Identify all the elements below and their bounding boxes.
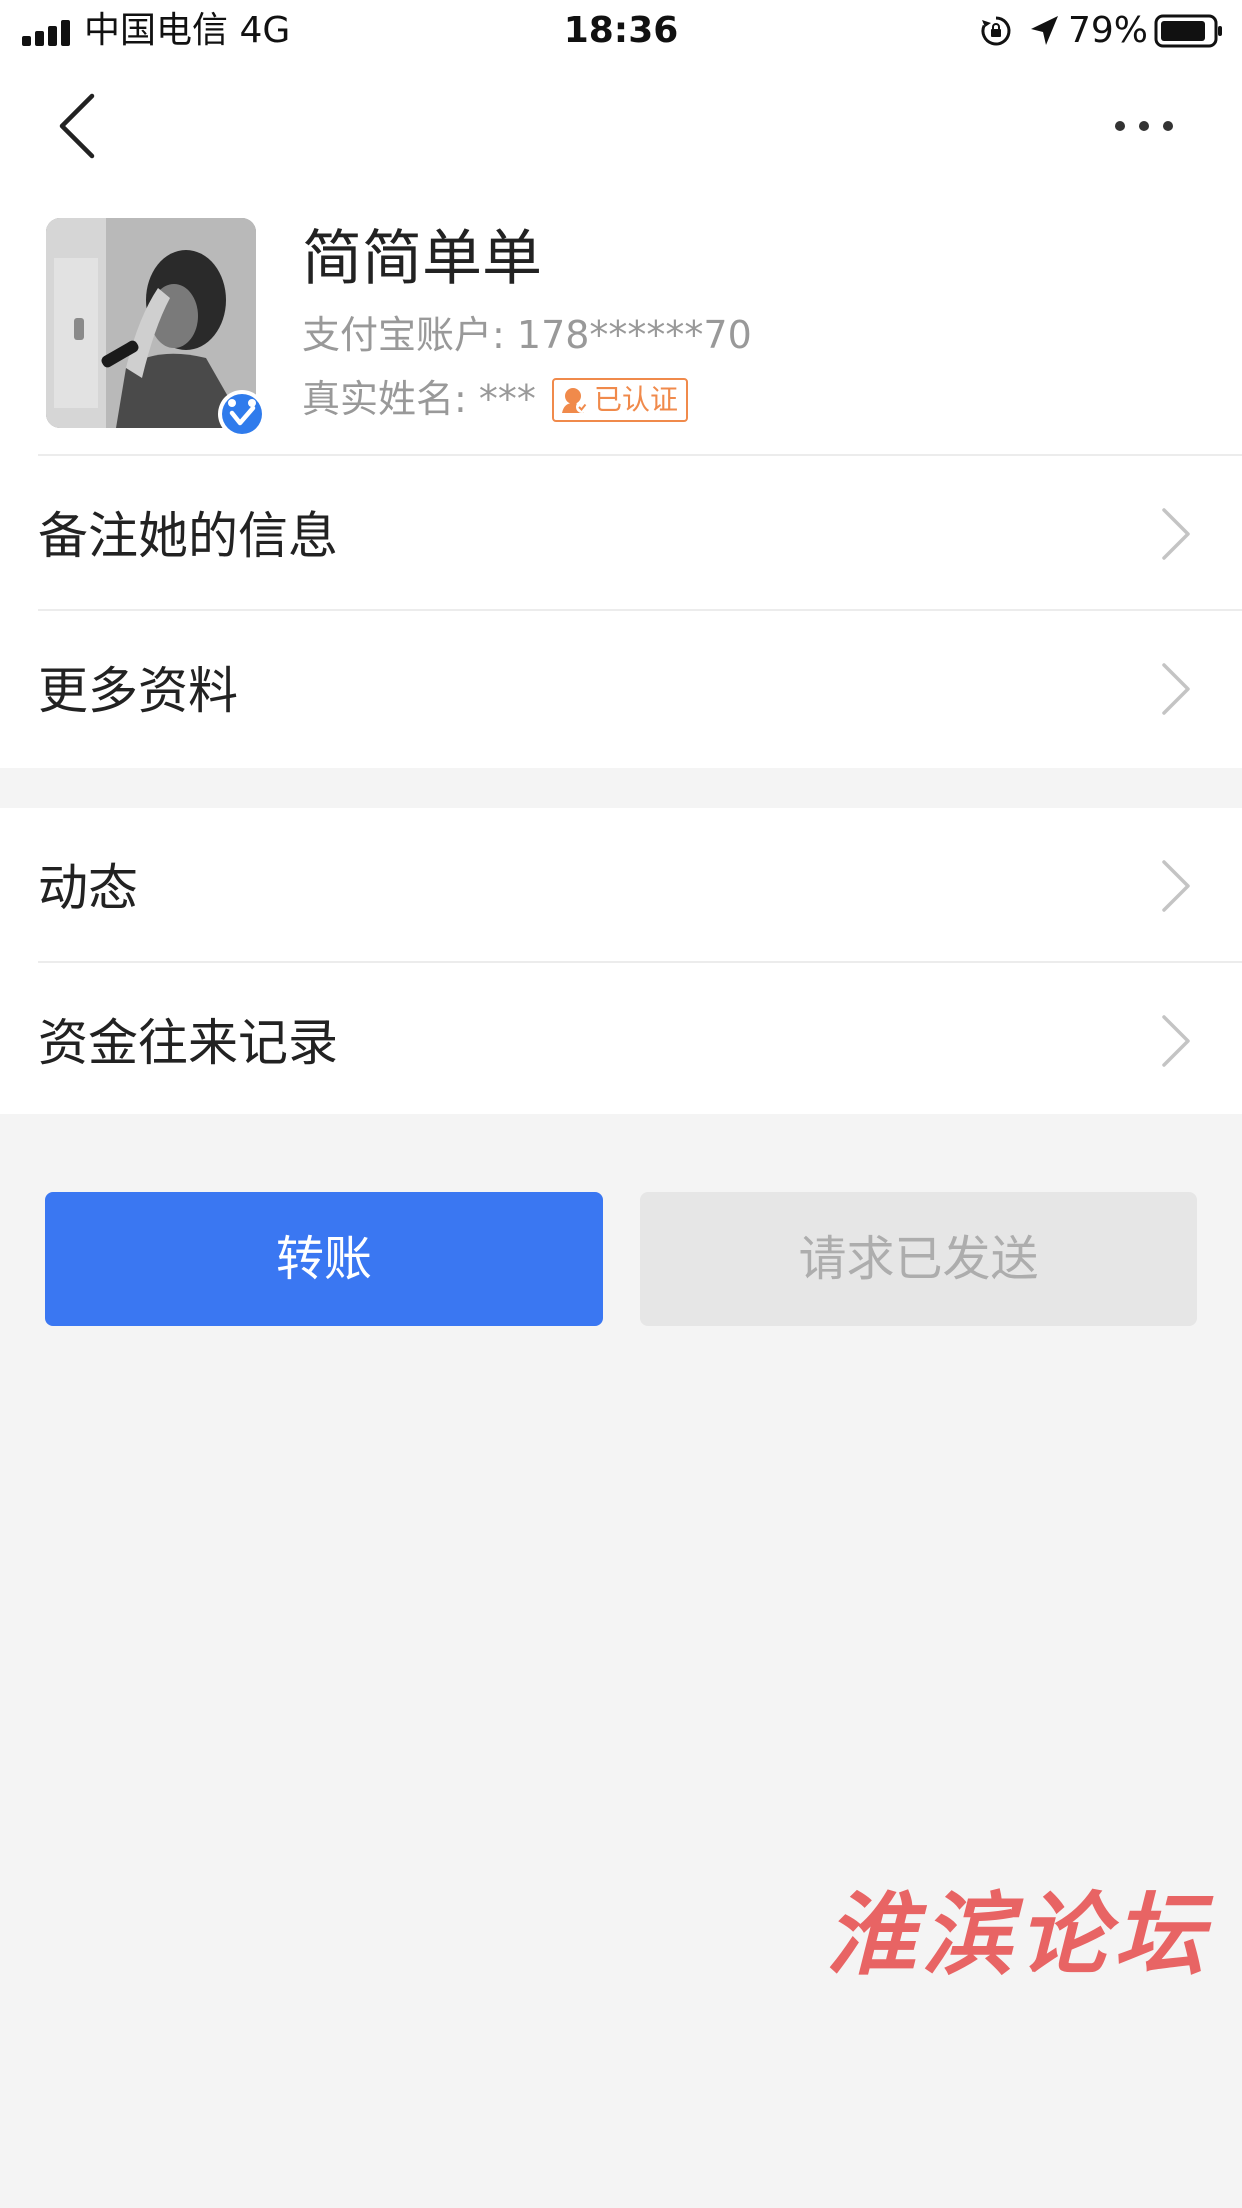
chevron-right-icon [1162,1015,1190,1067]
account-line: 支付宝账户: 178******70 [302,312,752,358]
realname-line: 真实姓名: *** [302,376,536,422]
verified-badge-icon [218,390,266,438]
list-item-label: 动态 [38,859,138,917]
profile-name: 简简单单 [302,224,542,294]
chevron-right-icon [1162,663,1190,715]
rotation-lock-icon [981,16,1011,46]
chevron-right-icon [1162,508,1190,560]
list-item-remark-info[interactable]: 备注她的信息 [0,456,1242,611]
list-item-label: 备注她的信息 [38,507,338,565]
account-label: 支付宝账户: [302,313,505,357]
transfer-button[interactable]: 转账 [45,1192,603,1326]
chevron-right-icon [1162,860,1190,912]
list-item-moments[interactable]: 动态 [0,808,1242,963]
list-item-fund-records[interactable]: 资金往来记录 [0,963,1242,1118]
menu-group-profile: 备注她的信息 更多资料 [0,456,1242,768]
user-verified-icon [562,388,588,413]
location-arrow-icon [1031,16,1058,45]
verified-tag: 已认证 [552,378,689,422]
request-sent-button: 请求已发送 [640,1192,1197,1326]
verified-tag-label: 已认证 [594,383,679,416]
back-chevron-icon[interactable] [40,90,120,162]
list-item-label: 更多资料 [38,662,238,720]
account-value: 178******70 [516,313,752,357]
battery-percent: 79% [1068,10,1149,51]
realname-value: *** [478,377,536,421]
status-bar: 中国电信 4G 18:36 79% [0,0,1242,62]
realname-label: 真实姓名: [302,377,467,421]
more-dots-icon[interactable] [1104,90,1184,162]
battery-icon [1154,14,1222,48]
menu-group-activity: 动态 资金往来记录 [0,808,1242,1114]
profile-header: 简简单单 支付宝账户: 178******70 真实姓名: *** 已认证 [0,192,1242,456]
list-item-more-info[interactable]: 更多资料 [0,611,1242,766]
list-item-label: 资金往来记录 [38,1014,338,1072]
nav-bar [0,62,1242,192]
watermark: 淮滨论坛 [826,1882,1210,1988]
